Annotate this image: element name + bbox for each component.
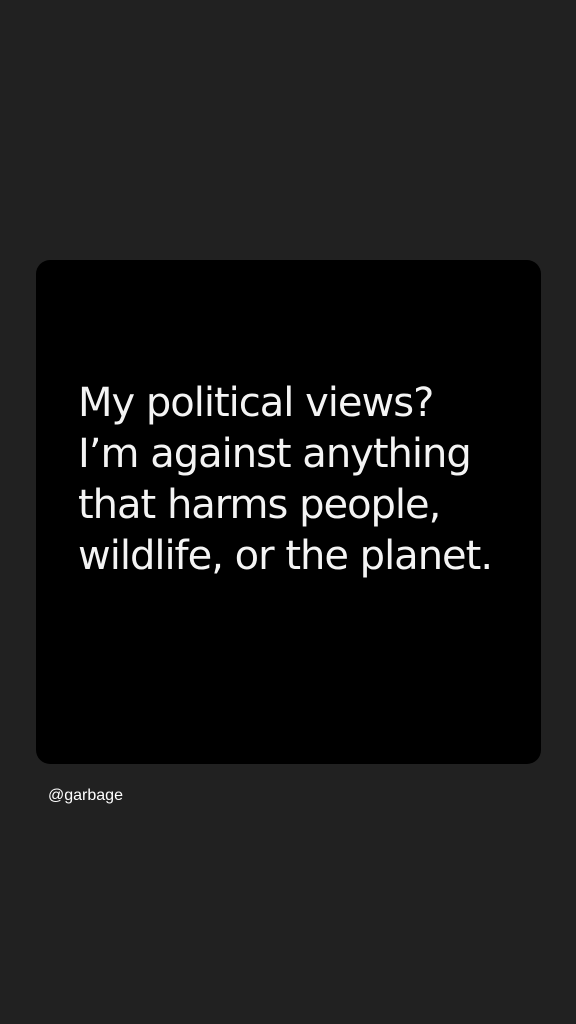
quote-text: My political views? I’m against anything… xyxy=(78,378,538,582)
quote-line: wildlife, or the planet. xyxy=(78,533,493,579)
quote-line: that harms people, xyxy=(78,482,441,528)
quote-line: My political views? xyxy=(78,380,434,426)
quote-card: My political views? I’m against anything… xyxy=(36,260,541,764)
story-view: My political views? I’m against anything… xyxy=(0,0,576,1024)
attribution-handle[interactable]: @garbage xyxy=(48,786,123,806)
quote-line: I’m against anything xyxy=(78,431,472,477)
